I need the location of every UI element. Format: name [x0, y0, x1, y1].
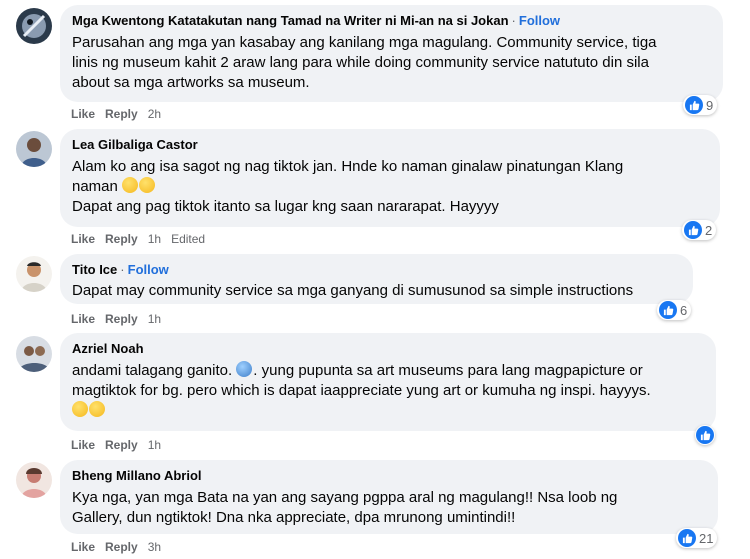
comment-text-line: Dapat ang pag tiktok itanto sa lugar kng…: [72, 198, 499, 215]
rofl-emoji-icon: [122, 177, 139, 193]
author-name[interactable]: Bheng Millano Abriol: [72, 468, 202, 483]
author-line: Lea Gilbaliga Castor: [72, 137, 708, 153]
timestamp[interactable]: 1h: [148, 438, 161, 452]
reaction-count-value: 21: [699, 530, 714, 546]
like-button[interactable]: Like: [71, 107, 95, 121]
comment-actions: Like Reply 1h Edited: [71, 231, 215, 247]
comment-bubble: Azriel Noah andami talagang ganito. . yu…: [60, 333, 716, 431]
like-button[interactable]: Like: [71, 232, 95, 246]
avatar[interactable]: [16, 131, 52, 167]
reply-button[interactable]: Reply: [105, 232, 138, 246]
author-line: Mga Kwentong Katatakutan nang Tamad na W…: [72, 13, 711, 29]
avatar-image: [16, 131, 52, 167]
comment-bubble: Tito Ice · Follow Dapat may community serv…: [60, 254, 693, 304]
avatar[interactable]: [16, 8, 52, 44]
avatar-image: [16, 336, 52, 372]
pensive-face-emoji-icon: [72, 401, 88, 417]
comment-actions: Like Reply 2h: [71, 106, 171, 122]
author-line: Tito Ice · Follow: [72, 262, 681, 278]
reply-button[interactable]: Reply: [105, 438, 138, 452]
author-name[interactable]: Azriel Noah: [72, 341, 144, 356]
thumbs-up-icon: [684, 221, 702, 239]
timestamp[interactable]: 1h: [148, 232, 161, 246]
author-name[interactable]: Lea Gilbaliga Castor: [72, 137, 198, 152]
follow-button[interactable]: Follow: [519, 13, 560, 28]
comment-text-line: Gallery, dun ngtiktok! Dna nka appreciat…: [72, 509, 516, 526]
avatar-image: [16, 256, 52, 292]
avatar-image: [16, 462, 52, 498]
avatar[interactable]: [16, 462, 52, 498]
comment-text-line: Parusahan ang mga yan kasabay ang kanila…: [72, 34, 657, 51]
comment-bubble: Lea Gilbaliga Castor Alam ko ang isa sag…: [60, 129, 720, 227]
comment-actions: Like Reply 1h: [71, 437, 171, 453]
like-button[interactable]: Like: [71, 438, 95, 452]
timestamp[interactable]: 1h: [148, 312, 161, 326]
author-name[interactable]: Tito Ice: [72, 262, 117, 277]
comment-actions: Like Reply 1h: [71, 311, 171, 327]
thumbs-up-icon: [685, 96, 703, 114]
comment-text: Parusahan ang mga yan kasabay ang kanila…: [72, 33, 711, 93]
comment-text-line: Kya nga, yan mga Bata na yan ang sayang …: [72, 489, 618, 506]
comment-text: Kya nga, yan mga Bata na yan ang sayang …: [72, 488, 706, 528]
like-button[interactable]: Like: [71, 540, 95, 554]
comment-text-line: Alam ko ang isa sagot ng nag tiktok jan.…: [72, 158, 624, 175]
comment-bubble: Bheng Millano Abriol Kya nga, yan mga Ba…: [60, 460, 718, 534]
comment-text: Dapat may community service sa mga ganya…: [72, 281, 681, 301]
avatar-image: [16, 8, 52, 44]
thumbs-up-icon: [696, 426, 714, 444]
comment-text-line: about sa mga artworks sa museum.: [72, 74, 310, 91]
reaction-count-value: 2: [705, 222, 713, 238]
reply-button[interactable]: Reply: [105, 540, 138, 554]
fearful-face-emoji-icon: [236, 361, 253, 377]
comment-text-line: Dapat may community service sa mga ganya…: [72, 282, 634, 299]
reply-button[interactable]: Reply: [105, 107, 138, 121]
reaction-count[interactable]: 21: [676, 528, 718, 548]
reaction-count-value: 9: [706, 97, 714, 113]
author-name[interactable]: Mga Kwentong Katatakutan nang Tamad na W…: [72, 13, 509, 28]
thumbs-up-icon: [678, 529, 696, 547]
comment-text: andami talagang ganito. . yung pupunta s…: [72, 361, 704, 421]
comment-text-line: magtiktok for bg. pero which is dapat ia…: [72, 382, 651, 399]
reaction-count[interactable]: 6: [657, 300, 692, 320]
reaction-count[interactable]: 9: [683, 95, 718, 115]
thumbs-up-icon: [659, 301, 677, 319]
pensive-face-emoji-icon: [89, 401, 105, 417]
timestamp[interactable]: 3h: [148, 540, 161, 554]
reply-button[interactable]: Reply: [105, 312, 138, 326]
avatar[interactable]: [16, 336, 52, 372]
comment-text: Alam ko ang isa sagot ng nag tiktok jan.…: [72, 157, 708, 217]
like-button[interactable]: Like: [71, 312, 95, 326]
reaction-count[interactable]: [695, 425, 715, 445]
comment-actions: Like Reply 3h: [71, 539, 171, 555]
separator-dot: ·: [120, 262, 125, 277]
reaction-count-value: 6: [680, 302, 688, 318]
author-line: Azriel Noah: [72, 341, 704, 357]
timestamp[interactable]: 2h: [148, 107, 161, 121]
comment-text-line: linis ng museum kahit 2 araw lang para w…: [72, 54, 649, 71]
comment-text-line: [72, 401, 704, 421]
comment-bubble: Mga Kwentong Katatakutan nang Tamad na W…: [60, 5, 723, 102]
rofl-emoji-icon: [139, 177, 156, 193]
comment-text-line: andami talagang ganito. . yung pupunta s…: [72, 361, 643, 379]
edited-label: Edited: [171, 232, 206, 246]
avatar[interactable]: [16, 256, 52, 292]
separator-dot: ·: [511, 13, 516, 28]
reaction-count[interactable]: 2: [682, 220, 717, 240]
comment-text-line: naman: [72, 177, 708, 197]
follow-button[interactable]: Follow: [128, 262, 169, 277]
author-line: Bheng Millano Abriol: [72, 468, 706, 484]
